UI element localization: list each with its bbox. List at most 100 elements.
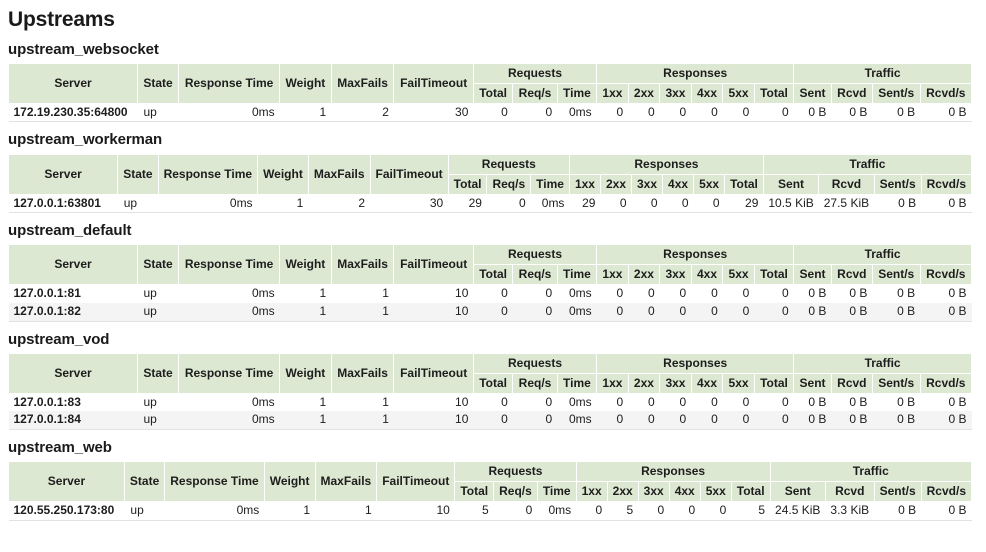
col-header-state[interactable]: State xyxy=(123,461,166,503)
col-header-resp-1xx[interactable]: 1xx xyxy=(568,173,601,195)
col-header-resp-total[interactable]: Total xyxy=(753,372,795,394)
col-header-weight[interactable]: Weight xyxy=(279,62,332,104)
table-row[interactable]: 127.0.0.1:81 up 0ms 1 1 10 0 0 0ms 0 0 0 0 0 0 0 B0 B0 … xyxy=(8,284,972,304)
col-header-server[interactable]: Server xyxy=(8,461,125,503)
col-header-resp-2xx[interactable]: 2xx xyxy=(627,372,661,394)
col-header-resp-5xx[interactable]: 5xx xyxy=(699,481,732,503)
col-header-weight[interactable]: Weight xyxy=(263,461,316,503)
col-group-responses[interactable]: Responses xyxy=(596,62,795,84)
col-header-resp-1xx[interactable]: 1xx xyxy=(596,82,629,104)
col-header-req-total[interactable]: Total xyxy=(454,481,495,503)
col-header-resp-3xx[interactable]: 3xx xyxy=(637,481,670,503)
col-header-response-time[interactable]: Response Time xyxy=(177,352,281,394)
col-group-traffic[interactable]: Traffic xyxy=(762,153,973,175)
col-header-response-time[interactable]: Response Time xyxy=(157,153,259,195)
col-header-traffic-sent[interactable]: Sent xyxy=(793,82,832,104)
col-header-resp-4xx[interactable]: 4xx xyxy=(662,173,695,195)
col-header-traffic-rcvd-s[interactable]: Rcvd/s xyxy=(920,481,973,503)
col-header-traffic-rcvd-s[interactable]: Rcvd/s xyxy=(919,264,973,286)
col-header-req-per-s[interactable]: Req/s xyxy=(512,264,558,286)
col-header-resp-2xx[interactable]: 2xx xyxy=(599,173,633,195)
col-group-traffic[interactable]: Traffic xyxy=(793,62,972,84)
col-header-req-total[interactable]: Total xyxy=(472,264,514,286)
col-header-response-time[interactable]: Response Time xyxy=(177,244,281,286)
col-header-resp-total[interactable]: Total xyxy=(730,481,771,503)
col-header-traffic-sent-s[interactable]: Sent/s xyxy=(873,173,922,195)
col-header-response-time[interactable]: Response Time xyxy=(164,461,265,503)
col-header-traffic-sent-s[interactable]: Sent/s xyxy=(871,372,921,394)
col-header-traffic-rcvd-s[interactable]: Rcvd/s xyxy=(920,173,973,195)
col-header-state[interactable]: State xyxy=(137,244,179,286)
col-header-req-per-s[interactable]: Req/s xyxy=(512,82,558,104)
col-header-resp-5xx[interactable]: 5xx xyxy=(722,264,755,286)
col-group-responses[interactable]: Responses xyxy=(575,461,771,483)
col-header-resp-2xx[interactable]: 2xx xyxy=(627,82,661,104)
col-header-traffic-rcvd[interactable]: Rcvd xyxy=(824,481,875,503)
col-header-resp-5xx[interactable]: 5xx xyxy=(722,82,755,104)
col-header-server[interactable]: Server xyxy=(7,153,119,195)
col-header-state[interactable]: State xyxy=(117,153,159,195)
col-group-requests[interactable]: Requests xyxy=(472,62,598,84)
col-group-requests[interactable]: Requests xyxy=(472,244,598,266)
col-header-traffic-sent[interactable]: Sent xyxy=(793,372,832,394)
col-header-server[interactable]: Server xyxy=(8,352,138,394)
col-header-traffic-rcvd[interactable]: Rcvd xyxy=(818,173,875,195)
col-header-traffic-rcvd-s[interactable]: Rcvd/s xyxy=(919,372,973,394)
col-header-resp-3xx[interactable]: 3xx xyxy=(630,173,664,195)
col-header-traffic-rcvd[interactable]: Rcvd xyxy=(830,82,873,104)
col-header-maxfails[interactable]: MaxFails xyxy=(330,62,395,104)
col-header-req-total[interactable]: Total xyxy=(472,372,514,394)
col-header-req-time[interactable]: Time xyxy=(530,173,570,195)
col-group-traffic[interactable]: Traffic xyxy=(793,352,972,374)
col-header-state[interactable]: State xyxy=(137,62,179,104)
col-group-requests[interactable]: Requests xyxy=(454,461,577,483)
col-header-maxfails[interactable]: MaxFails xyxy=(330,352,395,394)
col-header-traffic-rcvd[interactable]: Rcvd xyxy=(830,372,873,394)
col-header-failtimeout[interactable]: FailTimeout xyxy=(369,153,449,195)
table-row[interactable]: 127.0.0.1:83 up 0ms 1 1 10 0 0 0ms 0 0 0 0 0 0 0 B0 B0 … xyxy=(8,393,972,412)
col-header-req-time[interactable]: Time xyxy=(556,82,598,104)
col-header-resp-total[interactable]: Total xyxy=(724,173,764,195)
col-header-resp-2xx[interactable]: 2xx xyxy=(627,264,661,286)
col-header-state[interactable]: State xyxy=(137,352,179,394)
col-header-failtimeout[interactable]: FailTimeout xyxy=(376,461,456,503)
col-group-responses[interactable]: Responses xyxy=(596,352,795,374)
col-group-traffic[interactable]: Traffic xyxy=(769,461,973,483)
table-row[interactable]: 127.0.0.1:63801 up 0ms 1 2 30 29 0 0ms 29 0 0 0 0 29 10… xyxy=(8,194,972,214)
col-header-resp-1xx[interactable]: 1xx xyxy=(575,481,608,503)
col-header-resp-4xx[interactable]: 4xx xyxy=(690,82,724,104)
col-header-resp-4xx[interactable]: 4xx xyxy=(690,372,724,394)
col-header-resp-3xx[interactable]: 3xx xyxy=(659,264,692,286)
col-header-resp-total[interactable]: Total xyxy=(753,82,795,104)
col-header-traffic-sent-s[interactable]: Sent/s xyxy=(871,264,921,286)
col-header-failtimeout[interactable]: FailTimeout xyxy=(393,352,474,394)
col-header-traffic-sent[interactable]: Sent xyxy=(793,264,832,286)
col-header-req-total[interactable]: Total xyxy=(447,173,488,195)
col-header-traffic-rcvd-s[interactable]: Rcvd/s xyxy=(919,82,973,104)
col-header-resp-5xx[interactable]: 5xx xyxy=(693,173,726,195)
col-header-failtimeout[interactable]: FailTimeout xyxy=(393,62,474,104)
col-header-maxfails[interactable]: MaxFails xyxy=(314,461,378,503)
col-header-failtimeout[interactable]: FailTimeout xyxy=(393,244,474,286)
col-header-req-time[interactable]: Time xyxy=(556,264,598,286)
col-header-req-time[interactable]: Time xyxy=(536,481,577,503)
col-header-response-time[interactable]: Response Time xyxy=(177,62,281,104)
col-header-resp-1xx[interactable]: 1xx xyxy=(596,264,629,286)
col-header-req-total[interactable]: Total xyxy=(472,82,514,104)
col-header-traffic-sent[interactable]: Sent xyxy=(769,481,826,503)
col-header-resp-4xx[interactable]: 4xx xyxy=(668,481,701,503)
col-header-resp-1xx[interactable]: 1xx xyxy=(596,372,629,394)
col-header-resp-3xx[interactable]: 3xx xyxy=(659,372,692,394)
table-row[interactable]: 127.0.0.1:82 up 0ms 1 1 10 0 0 0ms 0 0 0 0 0 0 0 B0 B0 … xyxy=(8,303,972,322)
col-group-responses[interactable]: Responses xyxy=(568,153,764,175)
col-header-req-per-s[interactable]: Req/s xyxy=(512,372,558,394)
table-row[interactable]: 127.0.0.1:84 up 0ms 1 1 10 0 0 0ms 0 0 0 0 0 0 0 B0 B0 … xyxy=(8,411,972,431)
col-header-resp-2xx[interactable]: 2xx xyxy=(606,481,639,503)
table-row[interactable]: 120.55.250.173:80 up 0ms 1 1 10 5 0 0ms 0 5 0 0 0 5 24.… xyxy=(8,501,972,521)
col-header-server[interactable]: Server xyxy=(8,244,138,286)
col-group-traffic[interactable]: Traffic xyxy=(793,244,972,266)
col-group-requests[interactable]: Requests xyxy=(472,352,598,374)
col-header-traffic-rcvd[interactable]: Rcvd xyxy=(830,264,873,286)
col-header-maxfails[interactable]: MaxFails xyxy=(307,153,371,195)
col-group-responses[interactable]: Responses xyxy=(596,244,795,266)
